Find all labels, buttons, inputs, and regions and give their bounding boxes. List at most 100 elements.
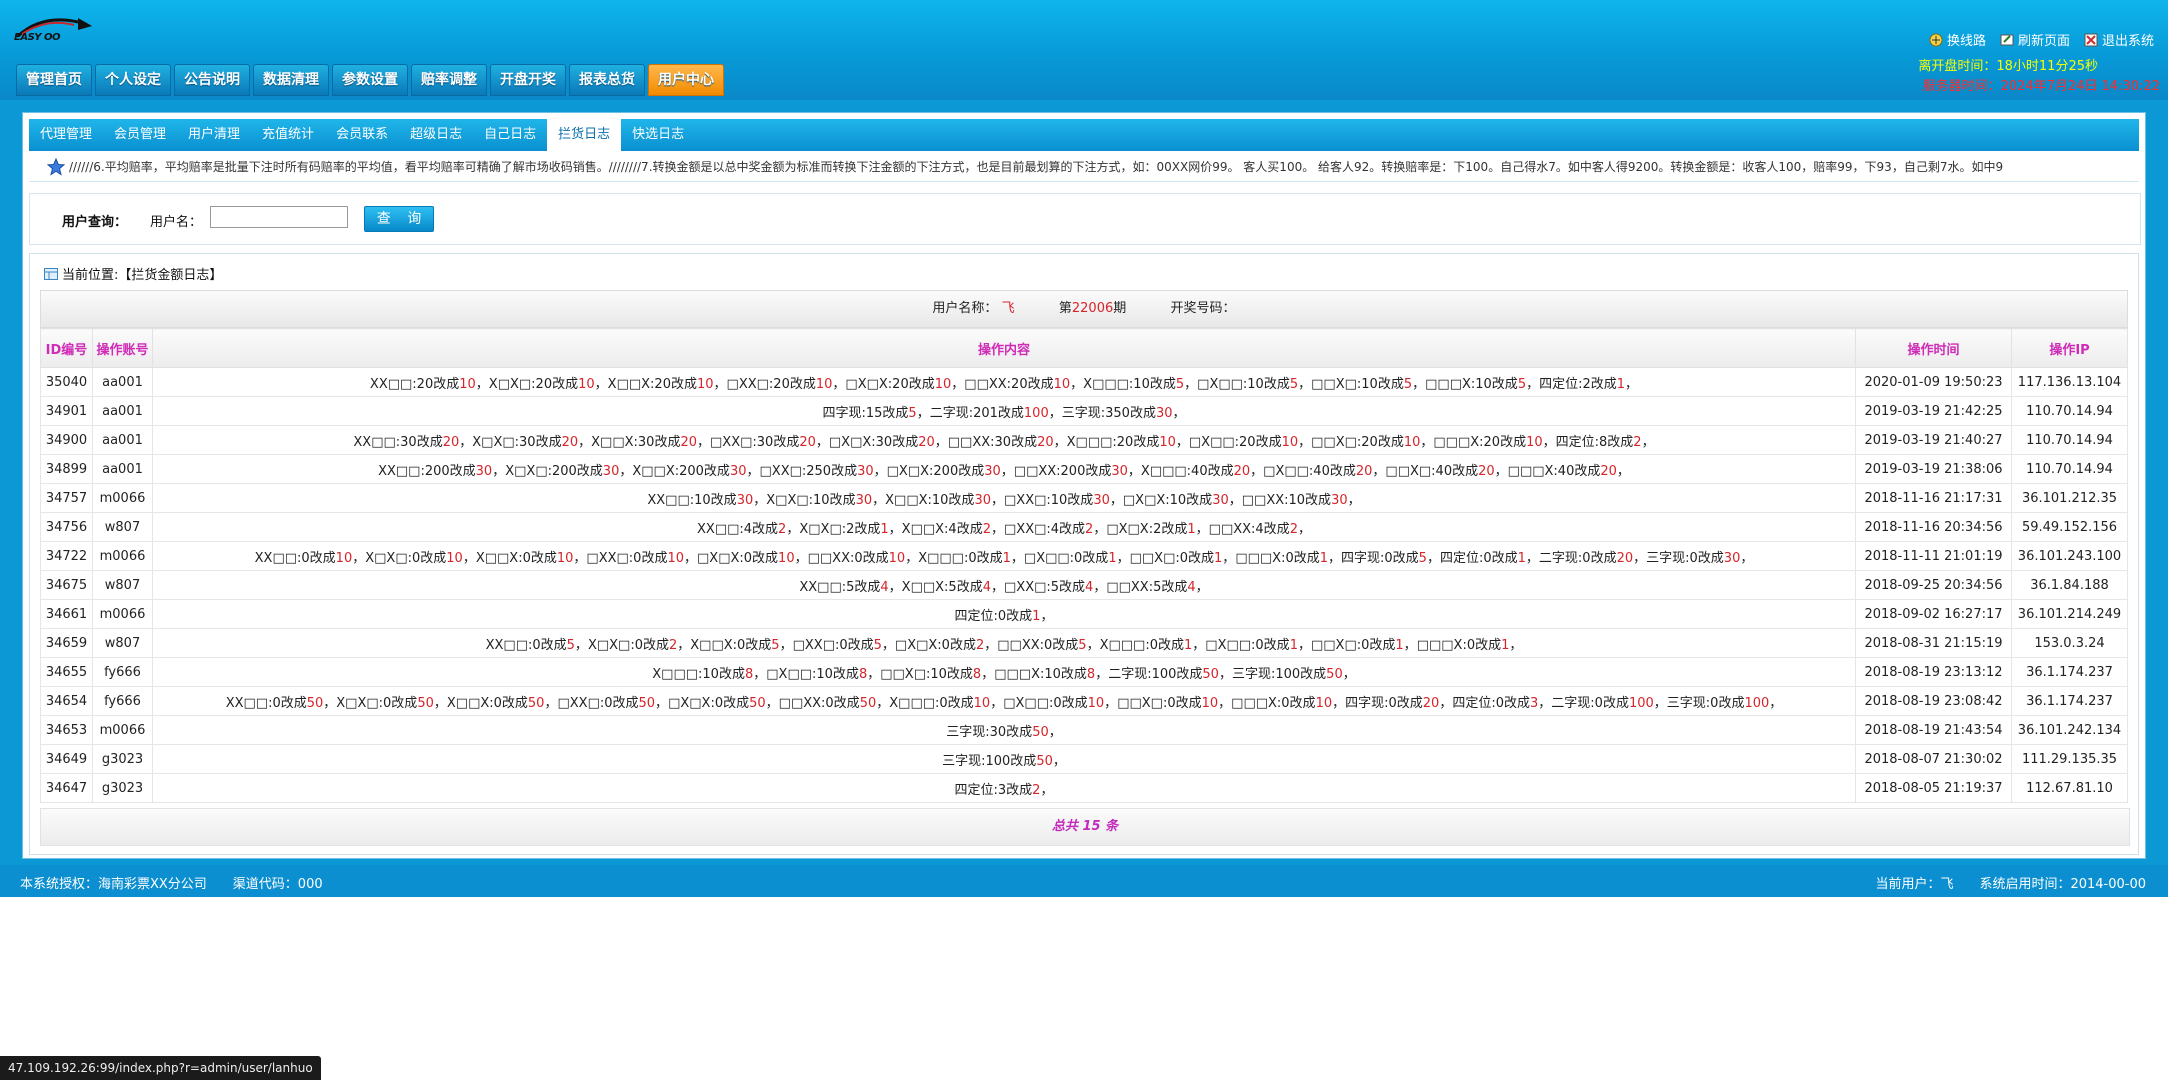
cell-ip: 110.70.14.94 [2011,454,2128,484]
logout-link[interactable]: 退出系统 [2084,30,2154,49]
content-item-label: X□X□:2改成 [799,521,881,537]
cell-content: 四定位:3改成2， [152,773,1856,803]
content-item-label: X□□X:20改成 [607,376,697,392]
content-item-label: □X□□:10改成 [766,666,859,682]
content-item-value: 30 [475,463,493,479]
subnav-tab-4[interactable]: 会员联系 [325,119,399,151]
content-item-value: 20 [799,434,816,450]
user-search-bar: 用户查询： 用户名： 查 询 [29,193,2141,245]
content-item-value: 50 [306,695,324,711]
table-row: 34900 aa001 XX□□:30改成20，X□X□:30改成20，X□□X:3… [40,425,2128,455]
cell-ip: 36.1.174.237 [2011,657,2128,687]
subnav-tab-5[interactable]: 超级日志 [399,119,473,151]
content-item-value: 10 [667,550,684,566]
cell-time: 2019-03-19 21:38:06 [1855,454,2012,484]
content-item-value: 50 [1032,724,1049,740]
cell-content: XX□□:0改成50，X□X□:0改成50，X□□X:0改成50，□XX□:0改… [152,686,1856,716]
content-item-value: 5 [1078,637,1087,653]
content-item-label: □□X□:0改成 [1310,637,1396,653]
content-item-value: 10 [556,550,574,566]
cell-content: XX□□:0改成5，X□X□:0改成2，X□□X:0改成5，□XX□:0改成5，… [152,628,1856,658]
period-value: 22006 [1071,301,1114,316]
username-input[interactable] [210,206,348,228]
subnav-tab-0[interactable]: 代理管理 [29,119,103,151]
content-item-label: □X□X:30改成 [828,434,919,450]
col-time: 操作时间 [1855,328,2012,368]
cell-ip: 59.49.152.156 [2011,512,2128,542]
content-item-value: 10 [696,376,714,392]
cell-content: X□□□:10改成8，□X□□:10改成8，□□X□:10改成8，□□□X:10… [152,657,1856,687]
cell-id: 34649 [40,744,93,774]
content-item-value: 1 [1395,637,1404,653]
cell-content: XX□□:20改成10，X□X□:20改成10，X□□X:20改成10，□XX□… [152,367,1856,397]
content-item-label: □X□X:0改成 [697,550,779,566]
notice-text: //////6.平均赔率，平均赔率是批量下注时所有码赔率的平均值，看平均赔率可精… [69,160,2004,174]
content-item-value: 10 [1281,434,1299,450]
switch-route-label: 换线路 [1946,34,1986,49]
cell-id: 34659 [40,628,93,658]
nav-item-6[interactable]: 开盘开奖 [490,64,566,96]
table-row: 34901 aa001 四字现:15改成5，二字现:201改成100，三字现:350… [40,396,2128,426]
content-item-value: 5 [566,637,575,653]
cell-time: 2018-08-05 21:19:37 [1855,773,2012,803]
content-item-value: 5 [1418,550,1427,566]
nav-item-5[interactable]: 赔率调整 [411,64,487,96]
refresh-page-link[interactable]: 刷新页面 [2000,30,2070,49]
content-item-value: 20 [1600,463,1617,479]
nav-item-4[interactable]: 参数设置 [332,64,408,96]
nav-item-3[interactable]: 数据清理 [253,64,329,96]
table-row: 34653 m0066 三字现:30改成50， 2018-08-19 21:43:54… [40,715,2128,745]
content-frame: 代理管理 会员管理 用户清理 充值统计 会员联系 超级日志 自己日志 拦货日志 快选日志 ///… [0,100,2168,865]
cell-content: 三字现:100改成50， [152,744,1856,774]
subnav-tab-6[interactable]: 自己日志 [473,119,547,151]
content-item-value: 10 [335,550,353,566]
cell-content: XX□□:0改成10，X□X□:0改成10，X□□X:0改成10，□XX□:0改… [152,541,1856,571]
content-item-label: 四字现:0改成 [1341,550,1419,566]
content-item-value: 10 [459,376,476,392]
switch-route-link[interactable]: 换线路 [1929,30,1986,49]
content-item-label: 四定位:8改成 [1555,434,1634,450]
search-button[interactable]: 查 询 [364,206,434,232]
subnav-tab-2[interactable]: 用户清理 [177,119,251,151]
content-item-value: 5 [1289,376,1299,392]
subnav-tab-7[interactable]: 拦货日志 [547,119,622,151]
content-item-value: 1 [1616,376,1626,392]
cell-content: 四定位:0改成1， [152,599,1856,629]
content-item-value: 30 [1212,492,1229,508]
nav-item-2[interactable]: 公告说明 [174,64,250,96]
nav-item-8[interactable]: 用户中心 [648,64,724,96]
content-item-label: X□□□:0改成 [918,550,1003,566]
content-item-label: □X□X:200改成 [886,463,985,479]
content-item-value: 30 [855,492,873,508]
content-item-label: □□XX:0改成 [997,637,1079,653]
nav-item-1[interactable]: 个人设定 [95,64,171,96]
subnav-tab-1[interactable]: 会员管理 [103,119,177,151]
content-item-label: □□XX:20改成 [964,376,1054,392]
content-item-value: 50 [749,695,766,711]
content-item-label: 四定位:0改成 [1439,550,1518,566]
content-item-label: □□XX:30改成 [947,434,1038,450]
log-panel: 当前位置:【拦货金额日志】 用户名称： 飞 第22006期 开奖号码： ID编号… [29,253,2139,855]
logout-label: 退出系统 [2101,34,2154,49]
content-item-value: 30 [1331,492,1348,508]
content-item-label: X□□□:10改成 [652,666,745,682]
refresh-icon [2000,34,2014,45]
cell-id: 34901 [40,396,93,426]
content-item-label: □XX□:250改成 [759,463,858,479]
content-item-label: □X□□:10改成 [1197,376,1290,392]
content-item-label: X□□X:0改成 [446,695,528,711]
nav-item-7[interactable]: 报表总货 [569,64,645,96]
top-links: 换线路 刷新页面 退出系统 [1929,30,2154,49]
username-label: 用户名： [150,215,203,230]
content-item-label: □XX□:30改成 [710,434,800,450]
content-item-label: 四定位:0改成 [954,608,1033,624]
content-item-label: □X□X:0改成 [668,695,750,711]
cell-id: 35040 [40,367,93,397]
subnav-tab-3[interactable]: 充值统计 [251,119,325,151]
cell-account: g3023 [92,744,153,774]
content-item-value: 8 [744,666,754,682]
cell-account: aa001 [92,367,153,397]
content-item-label: XX□□:30改成 [353,434,443,450]
subnav-tab-8[interactable]: 快选日志 [621,119,695,151]
nav-item-0[interactable]: 管理首页 [16,64,92,96]
